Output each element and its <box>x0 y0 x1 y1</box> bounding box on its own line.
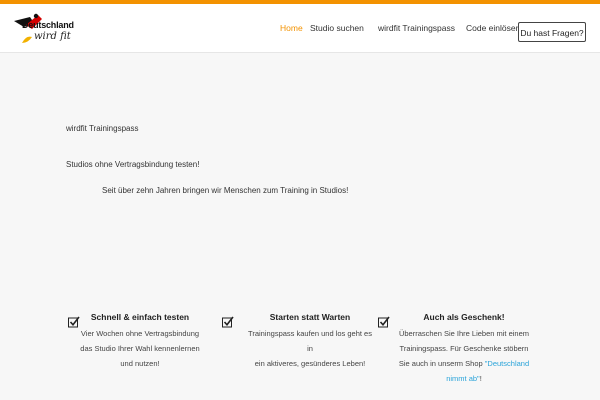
hero-subline: Seit über zehn Jahren bringen wir Mensch… <box>102 186 349 195</box>
site-header: Deutschland wird fit Home Studio suchen … <box>0 4 600 53</box>
feature-line: Sie auch in unserm Shop "Deutschland <box>396 356 532 371</box>
site-logo[interactable]: Deutschland wird fit <box>12 13 76 49</box>
nav-home[interactable]: Home <box>280 23 303 33</box>
feature-card: Starten statt Warten Trainingspass kaufe… <box>248 312 372 371</box>
checkbox-check-icon <box>68 316 80 328</box>
feature-line: Trainingspass kaufen und los geht es in <box>248 329 372 353</box>
feature-line: nimmt ab"! <box>396 371 532 386</box>
feature-title: Auch als Geschenk! <box>423 312 505 322</box>
feature-line: Überraschen Sie Ihre Lieben mit einem <box>398 329 530 338</box>
feature-text: Überraschen Sie Ihre Lieben mit einem Tr… <box>396 326 532 386</box>
feature-line-text: Sie auch in unserm Shop <box>398 359 483 368</box>
shop-link-cont[interactable]: nimmt ab" <box>446 374 480 383</box>
feature-line: Trainingspass. Für Geschenke stöbern <box>399 344 529 353</box>
nav-trainingspass[interactable]: wirdfit Trainingspass <box>378 23 455 33</box>
logo-text-line2: wird fit <box>34 31 71 42</box>
nav-code-einloesen[interactable]: Code einlösen <box>466 23 520 33</box>
nav-studio-suchen[interactable]: Studio suchen <box>310 23 364 33</box>
feature-line: und nutzen! <box>120 359 160 368</box>
hero-headline: Studios ohne Vertragsbindung testen! <box>66 160 200 169</box>
feature-line: ein aktiveres, gesünderes Leben! <box>254 359 366 368</box>
checkbox-check-icon <box>378 316 390 328</box>
feature-line: Vier Wochen ohne Vertragsbindung <box>80 329 200 338</box>
shop-link[interactable]: "Deutschland <box>485 359 529 368</box>
hero-kicker: wirdfit Trainingspass <box>66 124 139 133</box>
logo-text-line1: Deutschland <box>22 20 74 30</box>
feature-text: Vier Wochen ohne Vertragsbindung das Stu… <box>80 326 200 371</box>
feature-text: Trainingspass kaufen und los geht es in … <box>248 326 372 371</box>
checkbox-check-icon <box>222 316 234 328</box>
feature-title: Schnell & einfach testen <box>90 312 190 322</box>
feature-line: das Studio Ihrer Wahl kennenlernen <box>80 344 200 353</box>
feature-line-end: ! <box>479 374 482 383</box>
contact-button[interactable]: Du hast Fragen? <box>518 22 586 42</box>
feature-card: Auch als Geschenk! Überraschen Sie Ihre … <box>396 312 532 386</box>
feature-card: Schnell & einfach testen Vier Wochen ohn… <box>80 312 200 371</box>
feature-title: Starten statt Warten <box>269 312 351 322</box>
